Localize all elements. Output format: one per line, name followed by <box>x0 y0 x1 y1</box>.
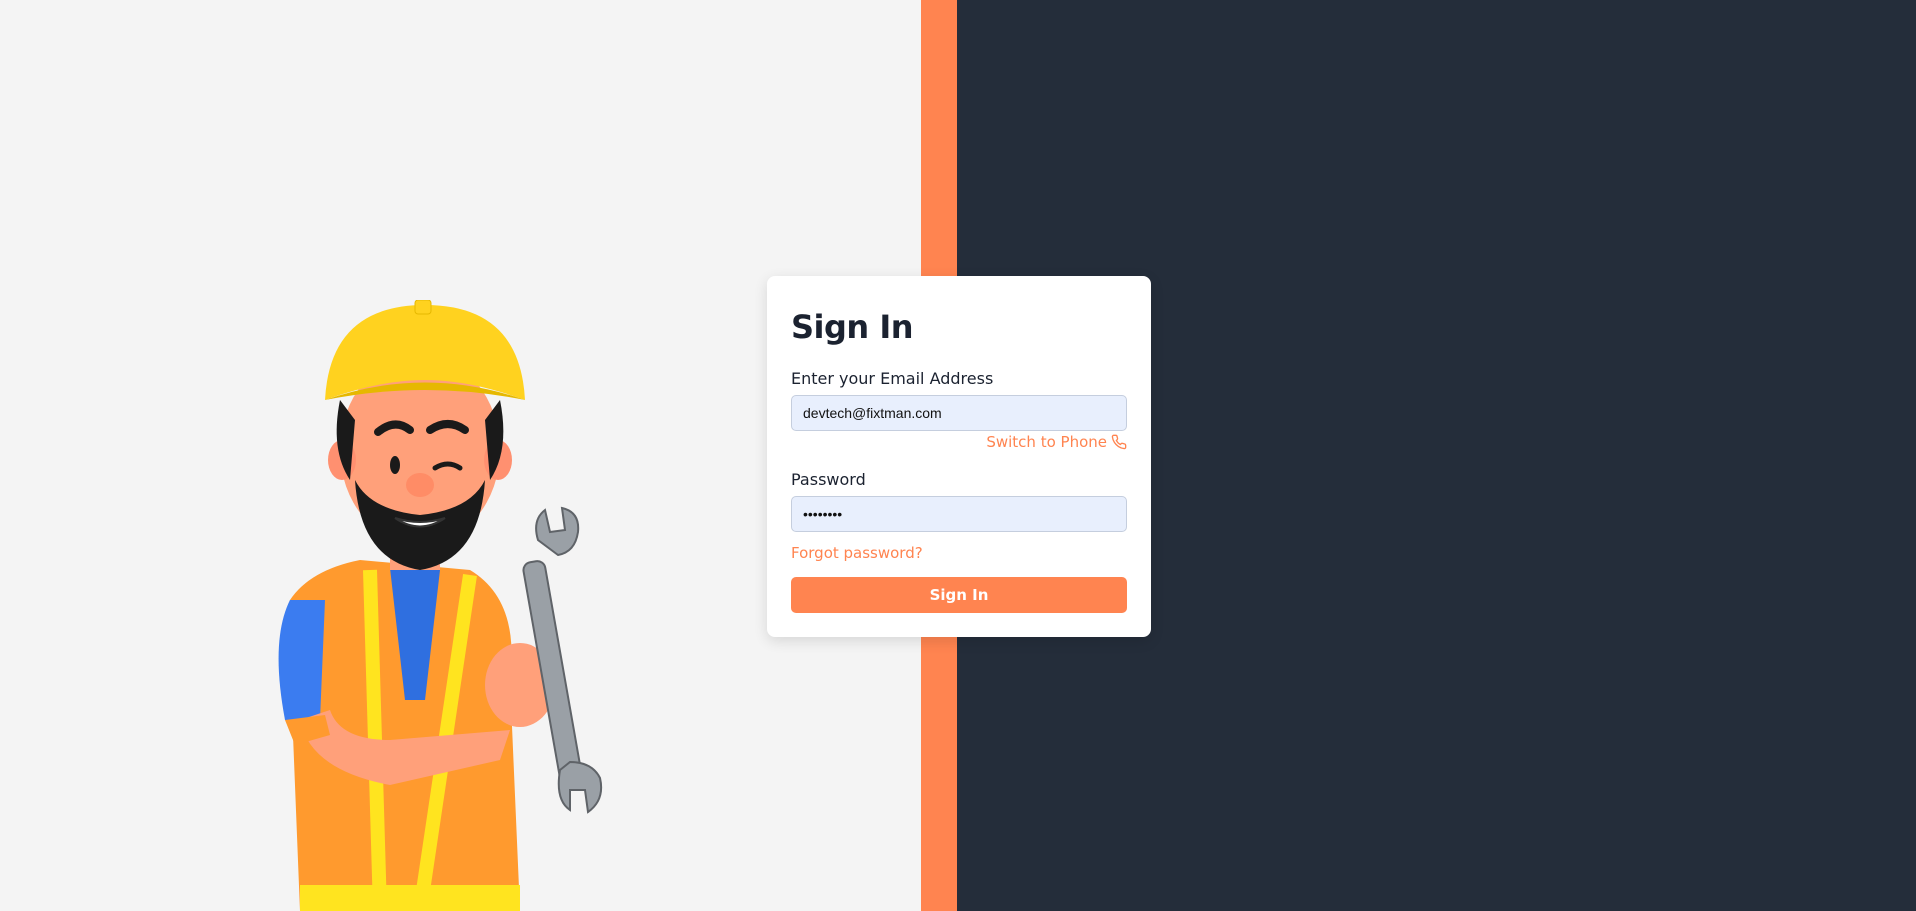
signin-card: Sign In Enter your Email Address devtech… <box>767 276 1151 637</box>
password-label: Password <box>791 470 866 489</box>
password-field[interactable]: •••••••• <box>791 496 1127 532</box>
email-label: Enter your Email Address <box>791 369 994 388</box>
forgot-password-link[interactable]: Forgot password? <box>791 544 923 562</box>
switch-to-phone-link[interactable]: Switch to Phone <box>986 433 1127 451</box>
switch-to-phone-label: Switch to Phone <box>986 433 1107 451</box>
signin-button[interactable]: Sign In <box>791 577 1127 613</box>
construction-worker-illustration <box>278 300 603 911</box>
email-field[interactable]: devtech@fixtman.com <box>791 395 1127 431</box>
page-title: Sign In <box>791 308 914 346</box>
phone-icon <box>1111 434 1127 450</box>
